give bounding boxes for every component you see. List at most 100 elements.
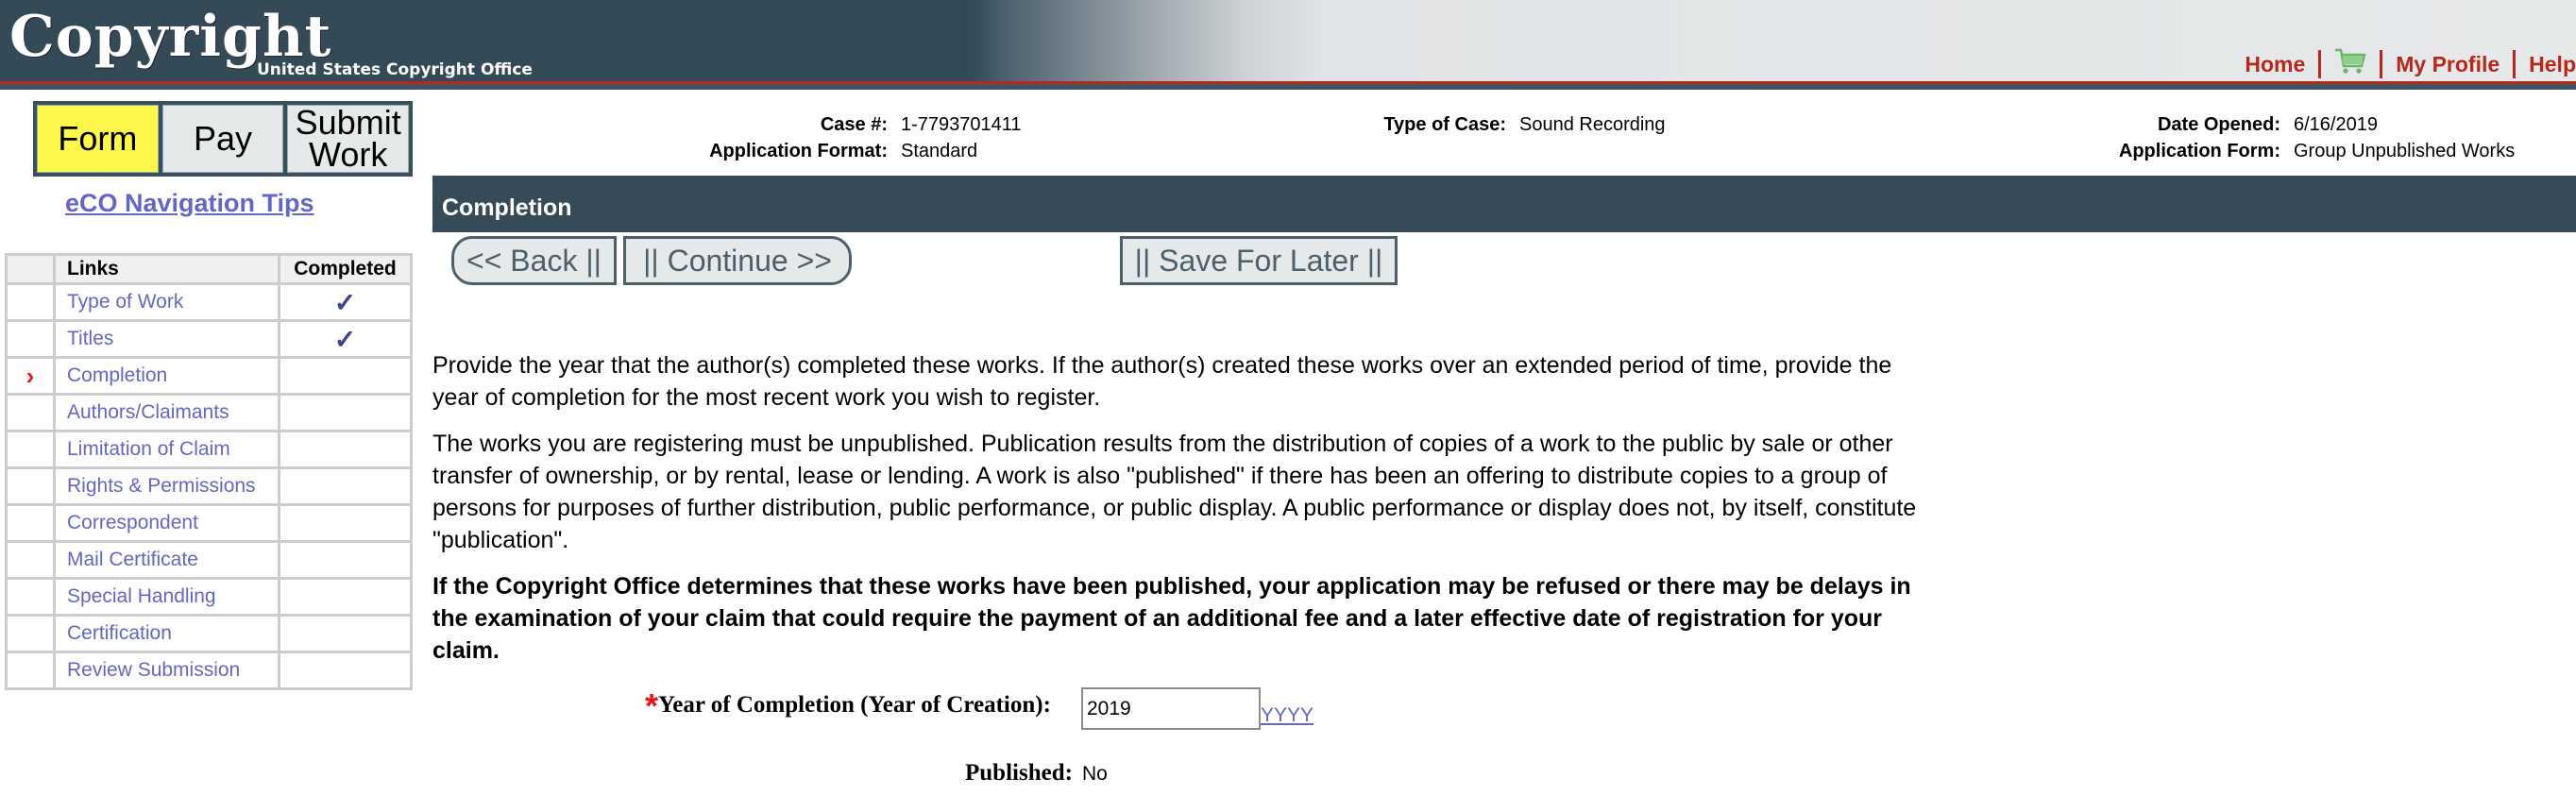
sidebar-link[interactable]: Limitation of Claim [67,438,230,460]
year-format-hint-link[interactable]: YYYY [1261,704,1313,727]
app-form: Group Unpublished Works [2294,141,2516,161]
completed-cell [278,614,413,653]
sidebar-link[interactable]: Type of Work [67,291,183,313]
completed-cell [278,430,413,469]
sidebar-link[interactable]: Special Handling [67,585,216,607]
completed-cell [278,356,413,396]
back-button[interactable]: << Back || [451,236,617,285]
column-header-links: Links [53,253,280,285]
row-indicator-cell [5,430,56,469]
link-cell: Titles [53,319,280,359]
date-opened: 6/16/2019 [2294,114,2378,135]
date-opened-label: Date Opened: [2157,114,2280,135]
sidebar-link[interactable]: Correspondent [67,512,198,533]
home-link[interactable]: Home [2245,52,2305,77]
nav-separator [2318,50,2322,78]
completed-cell: ✓ [278,319,413,359]
banner-under-bar [0,84,2576,90]
row-indicator-cell [5,282,56,322]
continue-button[interactable]: || Continue >> [623,236,852,285]
row-indicator-cell [5,393,56,432]
sidebar-link[interactable]: Titles [67,328,113,349]
link-cell: Mail Certificate [53,540,280,580]
link-cell: Rights & Permissions [53,466,280,506]
published-label: Published: [965,760,1073,786]
tab-pay[interactable]: Pay [161,105,284,173]
case-info-middle: Type of Case: Sound Recording [1322,111,1666,138]
completed-cell: ✓ [278,282,413,322]
table-header-row: Links Completed [5,253,413,285]
shopping-cart-icon[interactable] [2334,47,2366,81]
table-row: Rights & Permissions [5,466,413,506]
current-step-arrow-icon: › [25,361,35,390]
table-row: Limitation of Claim [5,430,413,469]
row-indicator-cell [5,319,56,359]
completed-cell [278,466,413,506]
tab-form[interactable]: Form [37,105,159,173]
instructions-paragraph: Provide the year that the author(s) comp… [432,352,1892,411]
table-row: › Completion [5,356,413,396]
logo-subtitle: United States Copyright Office [257,60,533,79]
publication-definition-paragraph: The works you are registering must be un… [432,431,1917,553]
published-value: No [1082,763,1108,785]
case-number: 1-7793701411 [901,114,1022,135]
case-info-right: Date Opened: 6/16/2019 Application Form: G… [2077,111,2515,164]
my-profile-link[interactable]: My Profile [2396,52,2500,77]
row-indicator-cell [5,466,56,506]
checkmark-icon: ✓ [333,324,357,354]
save-for-later-button[interactable]: || Save For Later || [1120,236,1398,285]
table-row: Type of Work ✓ [5,282,413,322]
row-indicator-cell [5,503,56,543]
phase-tabs: Form Pay Submit Work [33,101,413,177]
navigation-tips-link[interactable]: eCO Navigation Tips [65,189,314,218]
type-of-case-label: Type of Case: [1383,114,1506,135]
type-of-case: Sound Recording [1519,114,1666,135]
link-cell: Authors/Claimants [53,393,280,432]
top-nav: Home My Profile Help [2245,47,2576,81]
nav-separator [2513,50,2517,78]
table-row: Mail Certificate [5,540,413,580]
app-format: Standard [901,141,978,161]
row-indicator-cell: › [5,356,56,396]
case-info-left: Case #: 1-7793701411 Application Format: S… [661,111,1022,164]
sidebar-link[interactable]: Completion [67,364,167,386]
completed-cell [278,540,413,580]
help-link[interactable]: Help [2529,52,2576,77]
completed-cell [278,651,413,690]
link-cell: Correspondent [53,503,280,543]
sidebar-link[interactable]: Review Submission [67,659,240,681]
warning-paragraph: If the Copyright Office determines that … [432,573,1911,664]
row-indicator-cell [5,577,56,617]
year-label-text: Year of Completion (Year of Creation): [658,692,1051,718]
link-cell: Completion [53,356,280,396]
column-header-indicator [5,253,56,285]
sidebar-link[interactable]: Rights & Permissions [67,475,256,497]
app-form-label: Application Form: [2118,141,2280,161]
year-of-completion-input[interactable] [1081,687,1261,730]
year-of-completion-label: *Year of Completion (Year of Creation): [645,686,1051,732]
table-row: Certification [5,614,413,653]
app-format-label: Application Format: [709,141,888,161]
sidebar-link[interactable]: Authors/Claimants [67,401,229,423]
link-cell: Certification [53,614,280,653]
completed-cell [278,393,413,432]
nav-separator [2380,50,2383,78]
table-row: Correspondent [5,503,413,543]
tab-submit-work[interactable]: Submit Work [287,105,410,173]
links-table: Links Completed Type of Work ✓ Titles ✓ › Com… [5,253,413,690]
row-indicator-cell [5,614,56,653]
case-number-label: Case #: [820,114,888,135]
section-title: Completion [432,176,2576,232]
row-indicator-cell [5,651,56,690]
link-cell: Special Handling [53,577,280,617]
table-row: Authors/Claimants [5,393,413,432]
completed-cell [278,577,413,617]
required-asterisk-icon: * [645,686,659,725]
link-cell: Type of Work [53,282,280,322]
sidebar-link[interactable]: Certification [67,622,172,644]
checkmark-icon: ✓ [333,287,357,317]
row-indicator-cell [5,540,56,580]
column-header-completed: Completed [278,253,413,285]
table-row: Review Submission [5,651,413,690]
sidebar-link[interactable]: Mail Certificate [67,549,198,570]
